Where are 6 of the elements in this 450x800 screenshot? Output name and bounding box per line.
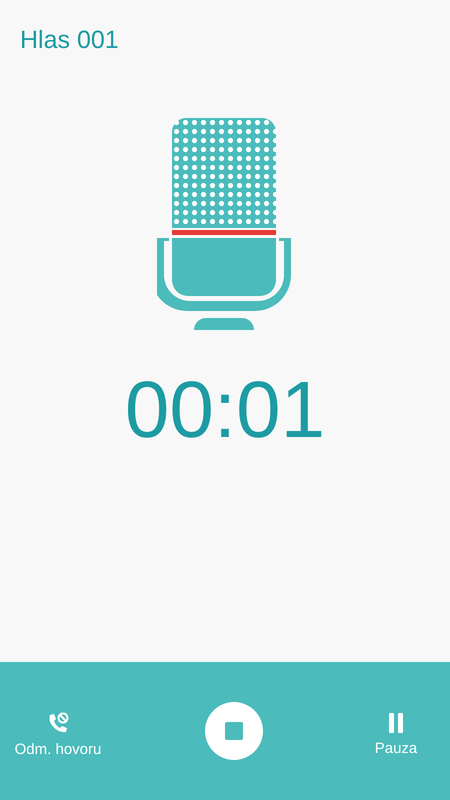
recording-title: Hlas 001 bbox=[20, 26, 119, 54]
pause-icon bbox=[388, 713, 404, 734]
stop-icon bbox=[225, 722, 243, 740]
reject-call-button[interactable]: Odm. hovoru bbox=[14, 712, 102, 762]
pause-button[interactable]: Pauza bbox=[366, 713, 426, 761]
elapsed-time: 00:01 bbox=[124, 370, 326, 450]
